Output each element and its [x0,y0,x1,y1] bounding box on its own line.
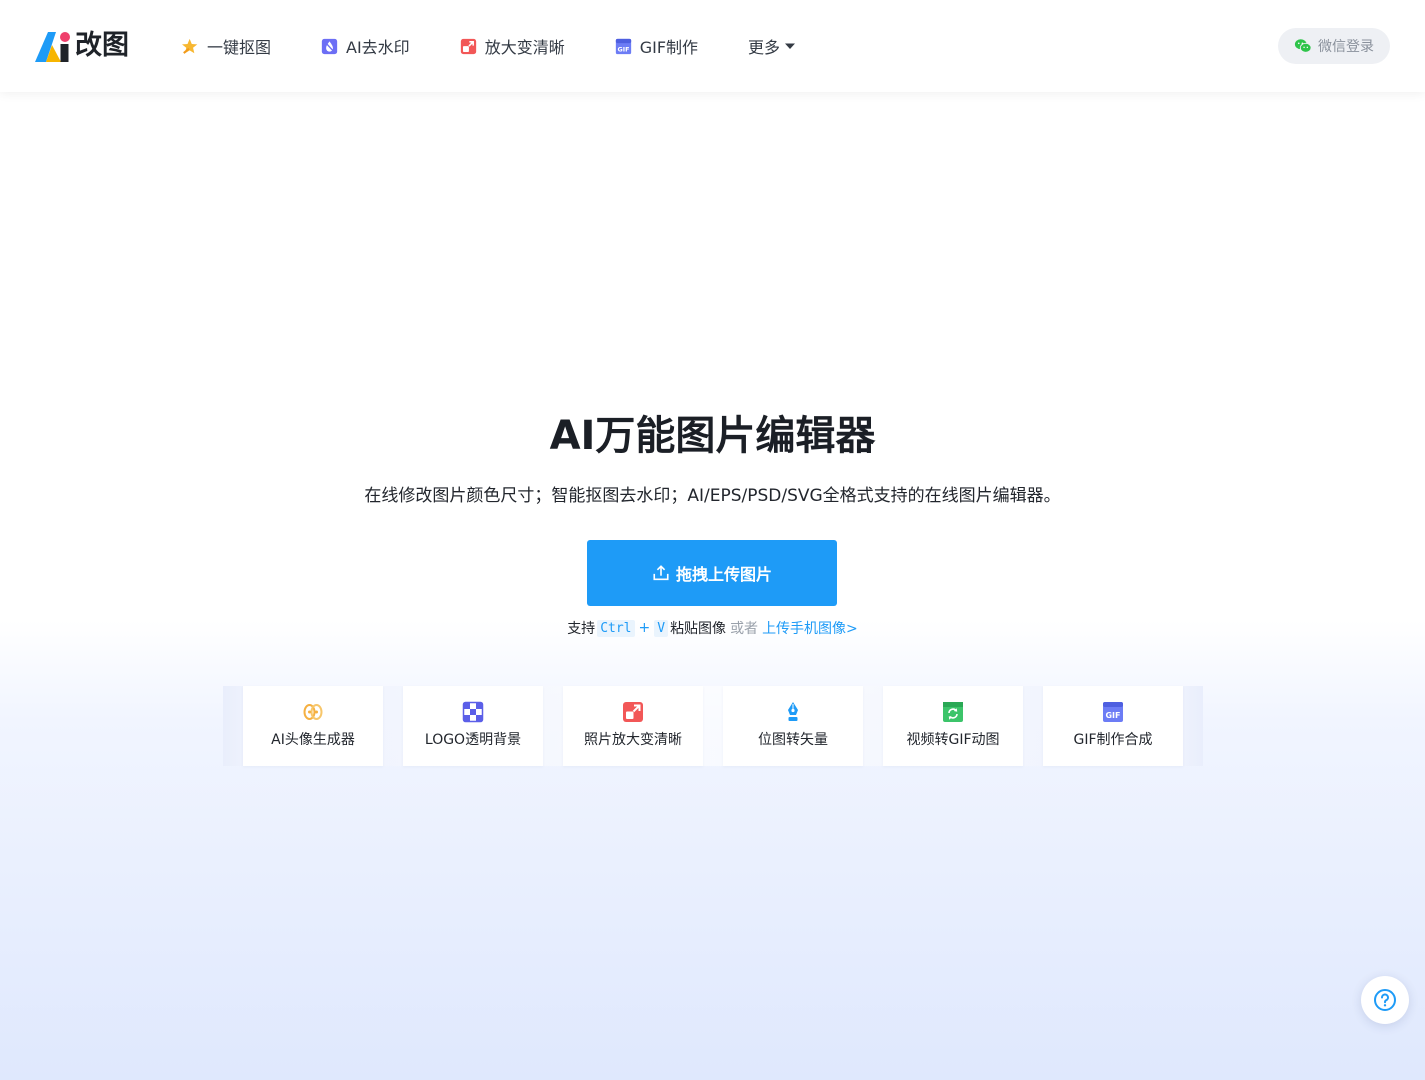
paste-hint: 支持 Ctrl + V 粘贴图像 或者 上传手机图像> [0,617,1425,639]
nav-item-label: GIF制作 [639,38,699,57]
upload-label: 拖拽上传图片 [675,565,772,584]
help-button[interactable] [1361,976,1409,1024]
tool-label: LOGO透明背景 [424,732,522,748]
nav-item-cutout[interactable]: 一键抠图 [182,31,271,61]
nav-more-label: 更多 [748,38,781,57]
video-convert-icon [943,702,963,722]
upload-mobile-link[interactable]: 上传手机图像> [762,618,858,638]
wechat-icon [1294,39,1312,53]
page-title: AI万能图片编辑器 [549,413,876,459]
svg-text:GIF: GIF [617,45,629,53]
main-nav: 一键抠图 AI去水印 放大变清晰 GIF GIF制作 更多 [182,0,796,92]
hint-or: 或者 [730,621,759,637]
page-subtitle: 在线修改图片颜色尺寸；智能抠图去水印；AI/EPS/PSD/SVG全格式支持的在… [364,486,1061,506]
hint-prefix: 支持 [567,621,596,637]
top-header: 改图 一键抠图 AI去水印 放大变清晰 GIF GIF制作 更多 微信登录 [0,0,1425,92]
tool-card-ai-avatar[interactable]: AI头像生成器 [243,686,383,766]
gif-icon: GIF [615,38,631,54]
tool-label: 视频转GIF动图 [906,732,1000,748]
help-question-icon [1374,989,1396,1011]
gif-icon: GIF [1103,702,1123,722]
tool-label: GIF制作合成 [1073,732,1153,748]
tool-card-logo-transparent[interactable]: LOGO透明背景 [403,686,543,766]
login-label: 微信登录 [1318,39,1374,55]
nav-item-watermark[interactable]: AI去水印 [321,31,410,61]
tool-label: AI头像生成器 [271,732,355,748]
tool-label: 照片放大变清晰 [584,732,682,748]
magic-star-icon [182,38,198,54]
key-v: V [654,619,669,637]
enlarge-icon [460,38,476,54]
nav-more-dropdown[interactable]: 更多 [748,31,796,61]
tool-card-gif-maker[interactable]: GIF GIF制作合成 [1043,686,1183,766]
site-logo[interactable]: 改图 [35,29,129,62]
tool-card-list: AI头像生成器 LOGO透明背景 照片放大变清晰 位图转矢量 视频转GIF动图 … [243,686,1183,766]
hint-paste-text: 粘贴图像 [670,621,727,637]
nav-item-gif[interactable]: GIF GIF制作 [615,31,698,61]
nav-item-label: 一键抠图 [207,38,272,57]
key-ctrl: Ctrl [597,619,635,637]
tool-label: 位图转矢量 [758,732,828,748]
enlarge-icon [623,702,643,722]
tool-card-photo-enlarge[interactable]: 照片放大变清晰 [563,686,703,766]
tool-card-video-gif[interactable]: 视频转GIF动图 [883,686,1023,766]
nav-item-enlarge[interactable]: 放大变清晰 [460,31,565,61]
transparent-grid-icon [462,701,484,723]
nav-item-label: AI去水印 [346,38,410,57]
pen-nib-icon [788,702,798,721]
upload-image-button[interactable]: 拖拽上传图片 [587,540,837,606]
nav-item-label: 放大变清晰 [484,38,565,57]
key-plus: + [638,620,651,636]
wechat-login-button[interactable]: 微信登录 [1278,28,1390,64]
caret-down-icon [785,43,796,49]
logo-text: 改图 [75,30,129,61]
tool-card-bitmap-vector[interactable]: 位图转矢量 [723,686,863,766]
upload-icon [653,565,669,581]
ai-avatar-icon [303,704,323,720]
watermark-remove-icon [321,38,338,54]
logo-ai-mark-icon [35,32,70,62]
svg-text:GIF: GIF [1105,711,1120,720]
